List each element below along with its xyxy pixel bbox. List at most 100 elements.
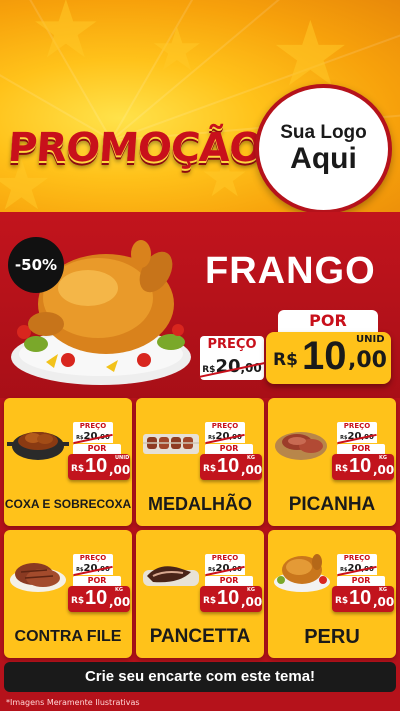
new-price-dec: ,00 [373, 595, 395, 609]
product-name: MEDALHÃO [148, 494, 252, 515]
preco-label: PREÇO [205, 422, 245, 431]
pancetta-icon [143, 566, 199, 586]
old-price-int: 20 [215, 431, 230, 442]
new-price-int: 10 [217, 587, 240, 609]
product-card: PREÇO R$20,00 POR R$ 10 UNID ,00 COXA E … [4, 398, 132, 526]
old-price-currency: R$ [202, 365, 216, 375]
new-price-dec: ,00 [373, 463, 395, 477]
old-price-int: 20 [347, 563, 362, 574]
old-price-currency: R$ [76, 567, 84, 573]
product-card: PREÇO R$20,00 POR R$ 10 KG ,00 PERU [268, 530, 396, 658]
new-price-currency: R$ [203, 596, 217, 606]
product-card: PREÇO R$20,00 POR R$ 10 KG ,00 PICANHA [268, 398, 396, 526]
old-price-int: 20 [215, 356, 241, 377]
new-price-dec: ,00 [109, 595, 131, 609]
product-name: PANCETTA [149, 625, 251, 647]
new-price-dec: ,00 [241, 463, 263, 477]
new-price-currency: R$ [71, 596, 85, 606]
new-price-currency: R$ [273, 350, 298, 370]
logo-line2: Aqui [290, 142, 357, 175]
new-price: R$ 10 KG ,00 [332, 586, 394, 612]
new-price-int: 10 [85, 455, 108, 477]
old-price-currency: R$ [76, 435, 84, 441]
new-price-int: 10 [349, 455, 372, 477]
promo-title: PROMOÇÃO [6, 125, 264, 171]
new-price-unit: UNID [115, 455, 130, 461]
old-price-dec: ,00 [97, 433, 110, 441]
cta-button[interactable]: Crie seu encarte com este tema! [4, 662, 396, 692]
new-price: R$ 10 KG ,00 [200, 586, 262, 612]
new-price-currency: R$ [203, 464, 217, 474]
new-price-unit: KG [379, 587, 387, 593]
old-price-int: 20 [215, 563, 230, 574]
steak-board-icon [275, 432, 327, 460]
por-label: POR [73, 576, 121, 586]
old-price: R$20,00 [200, 354, 264, 380]
old-price-currency: R$ [340, 435, 348, 441]
product-card: PREÇO R$20,00 POR R$ 10 KG ,00 PANCETTA [136, 530, 264, 658]
new-price-unit: KG [247, 587, 255, 593]
old-price-int: 20 [347, 431, 362, 442]
new-price-dec: ,00 [241, 595, 263, 609]
chicken-pot-icon [7, 432, 69, 460]
new-price: R$ 10 KG ,00 [200, 454, 262, 480]
por-label: POR [337, 444, 385, 454]
product-grid: PREÇO R$20,00 POR R$ 10 UNID ,00 COXA E … [4, 398, 396, 658]
roast-turkey-icon [274, 554, 330, 592]
product-name: CONTRA FILE [14, 628, 122, 646]
promo-header: ★ ★ ★ ★ ★ PROMOÇÃO Sua Logo Aqui [0, 0, 400, 215]
old-price-currency: R$ [340, 567, 348, 573]
preco-label: PREÇO [73, 422, 113, 431]
product-name: PICANHA [288, 493, 376, 515]
old-price-currency: R$ [208, 567, 216, 573]
old-price-dec: ,00 [240, 361, 262, 375]
old-price-dec: ,00 [97, 565, 110, 573]
preco-label: PREÇO [337, 554, 377, 563]
old-price: R$20,00 [73, 431, 113, 443]
preco-label: PREÇO [200, 336, 264, 354]
preco-label: PREÇO [337, 422, 377, 431]
por-label: POR [205, 444, 253, 454]
old-price: R$20,00 [337, 563, 377, 575]
new-price-currency: R$ [335, 596, 349, 606]
por-label: POR [73, 444, 121, 454]
disclaimer-text: *Imagens Meramente Ilustrativas [6, 698, 140, 707]
product-name: PERU [304, 626, 360, 648]
old-price-dec: ,00 [361, 565, 374, 573]
new-price-dec: ,00 [109, 463, 131, 477]
new-price-unit: KG [115, 587, 123, 593]
old-price-int: 20 [83, 431, 98, 442]
old-price: R$20,00 [205, 431, 245, 443]
featured-product-name: FRANGO [205, 250, 376, 292]
new-price-unit: KG [379, 455, 387, 461]
new-price: R$ 10 UNID ,00 [68, 454, 130, 480]
old-price: R$20,00 [205, 563, 245, 575]
new-price-unit: UNID [356, 334, 385, 345]
product-card: PREÇO R$20,00 POR R$ 10 KG ,00 MEDALHÃO [136, 398, 264, 526]
product-name: COXA E SOBRECOXA [4, 497, 132, 512]
preco-label: PREÇO [205, 554, 245, 563]
new-price-dec: ,00 [348, 348, 387, 373]
new-price-unit: KG [247, 455, 255, 461]
old-price-currency: R$ [208, 435, 216, 441]
steak-icon [10, 563, 66, 592]
new-price-currency: R$ [335, 464, 349, 474]
new-price-currency: R$ [71, 464, 85, 474]
new-price: R$ 10 KG ,00 [68, 586, 130, 612]
discount-badge: -50% [8, 237, 64, 293]
old-price-dec: ,00 [229, 433, 242, 441]
logo-line1: Sua Logo [280, 122, 367, 143]
new-price-int: 10 [302, 334, 347, 378]
new-price-int: 10 [349, 587, 372, 609]
preco-label: PREÇO [73, 554, 113, 563]
old-price-dec: ,00 [229, 565, 242, 573]
product-card: PREÇO R$20,00 POR R$ 10 KG ,00 CONTRA FI… [4, 530, 132, 658]
old-price-dec: ,00 [361, 433, 374, 441]
old-price: R$20,00 [337, 431, 377, 443]
featured-product: -50% FRANGO POR PREÇO R$20,00 R$ 10 UNID… [0, 212, 400, 398]
new-price: R$ 10 UNID ,00 [266, 332, 391, 384]
old-price-int: 20 [83, 563, 98, 574]
logo-placeholder: Sua Logo Aqui [255, 84, 392, 214]
por-label: POR [205, 576, 253, 586]
new-price-int: 10 [85, 587, 108, 609]
